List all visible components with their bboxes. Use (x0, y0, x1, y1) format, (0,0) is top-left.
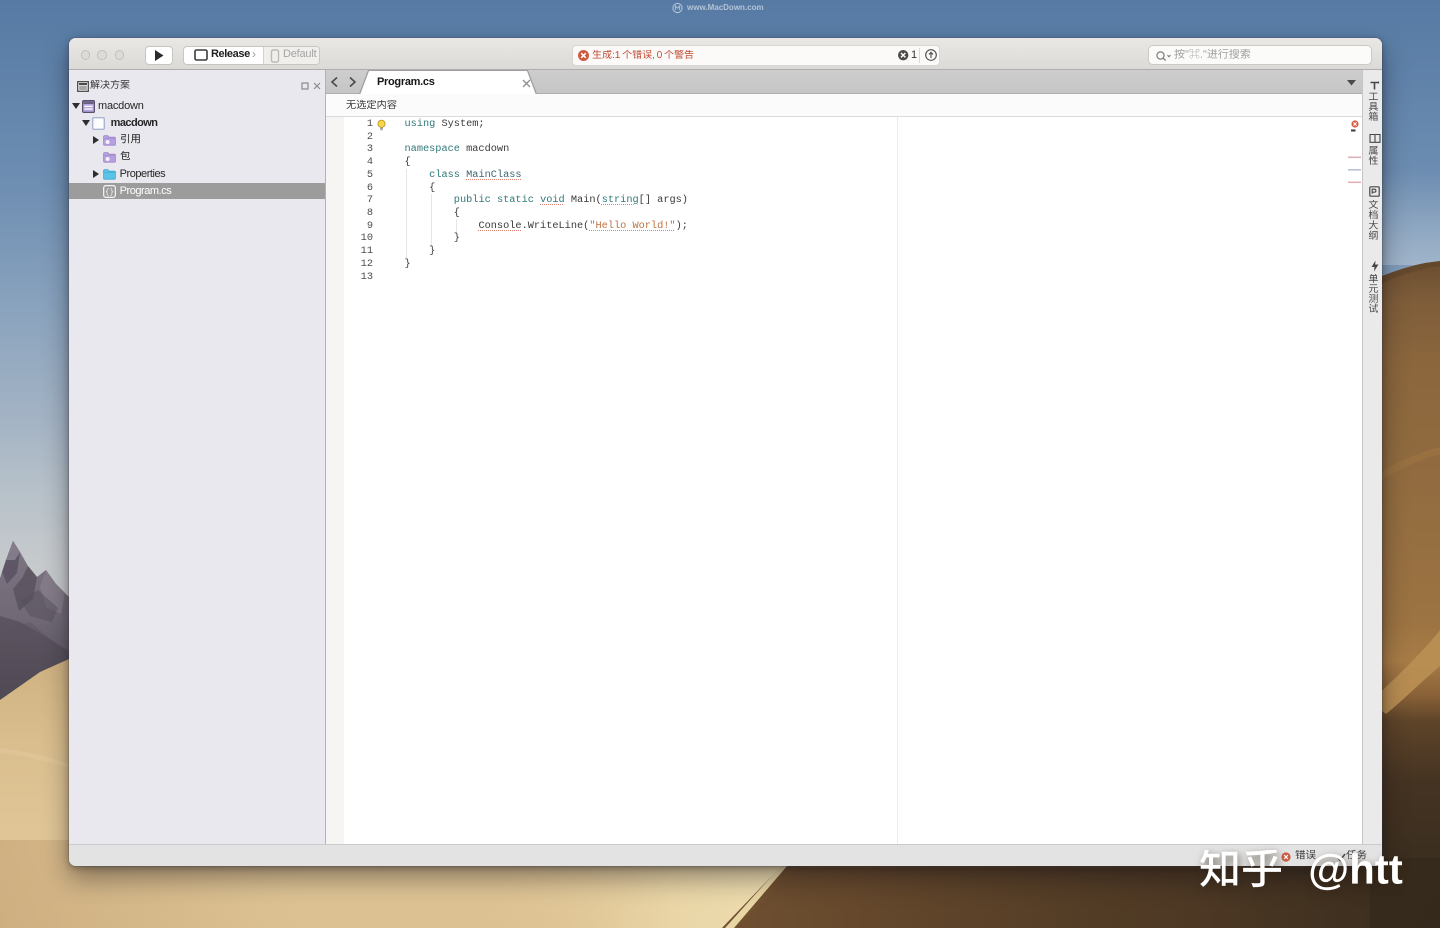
svg-text:{}: {} (105, 189, 114, 197)
